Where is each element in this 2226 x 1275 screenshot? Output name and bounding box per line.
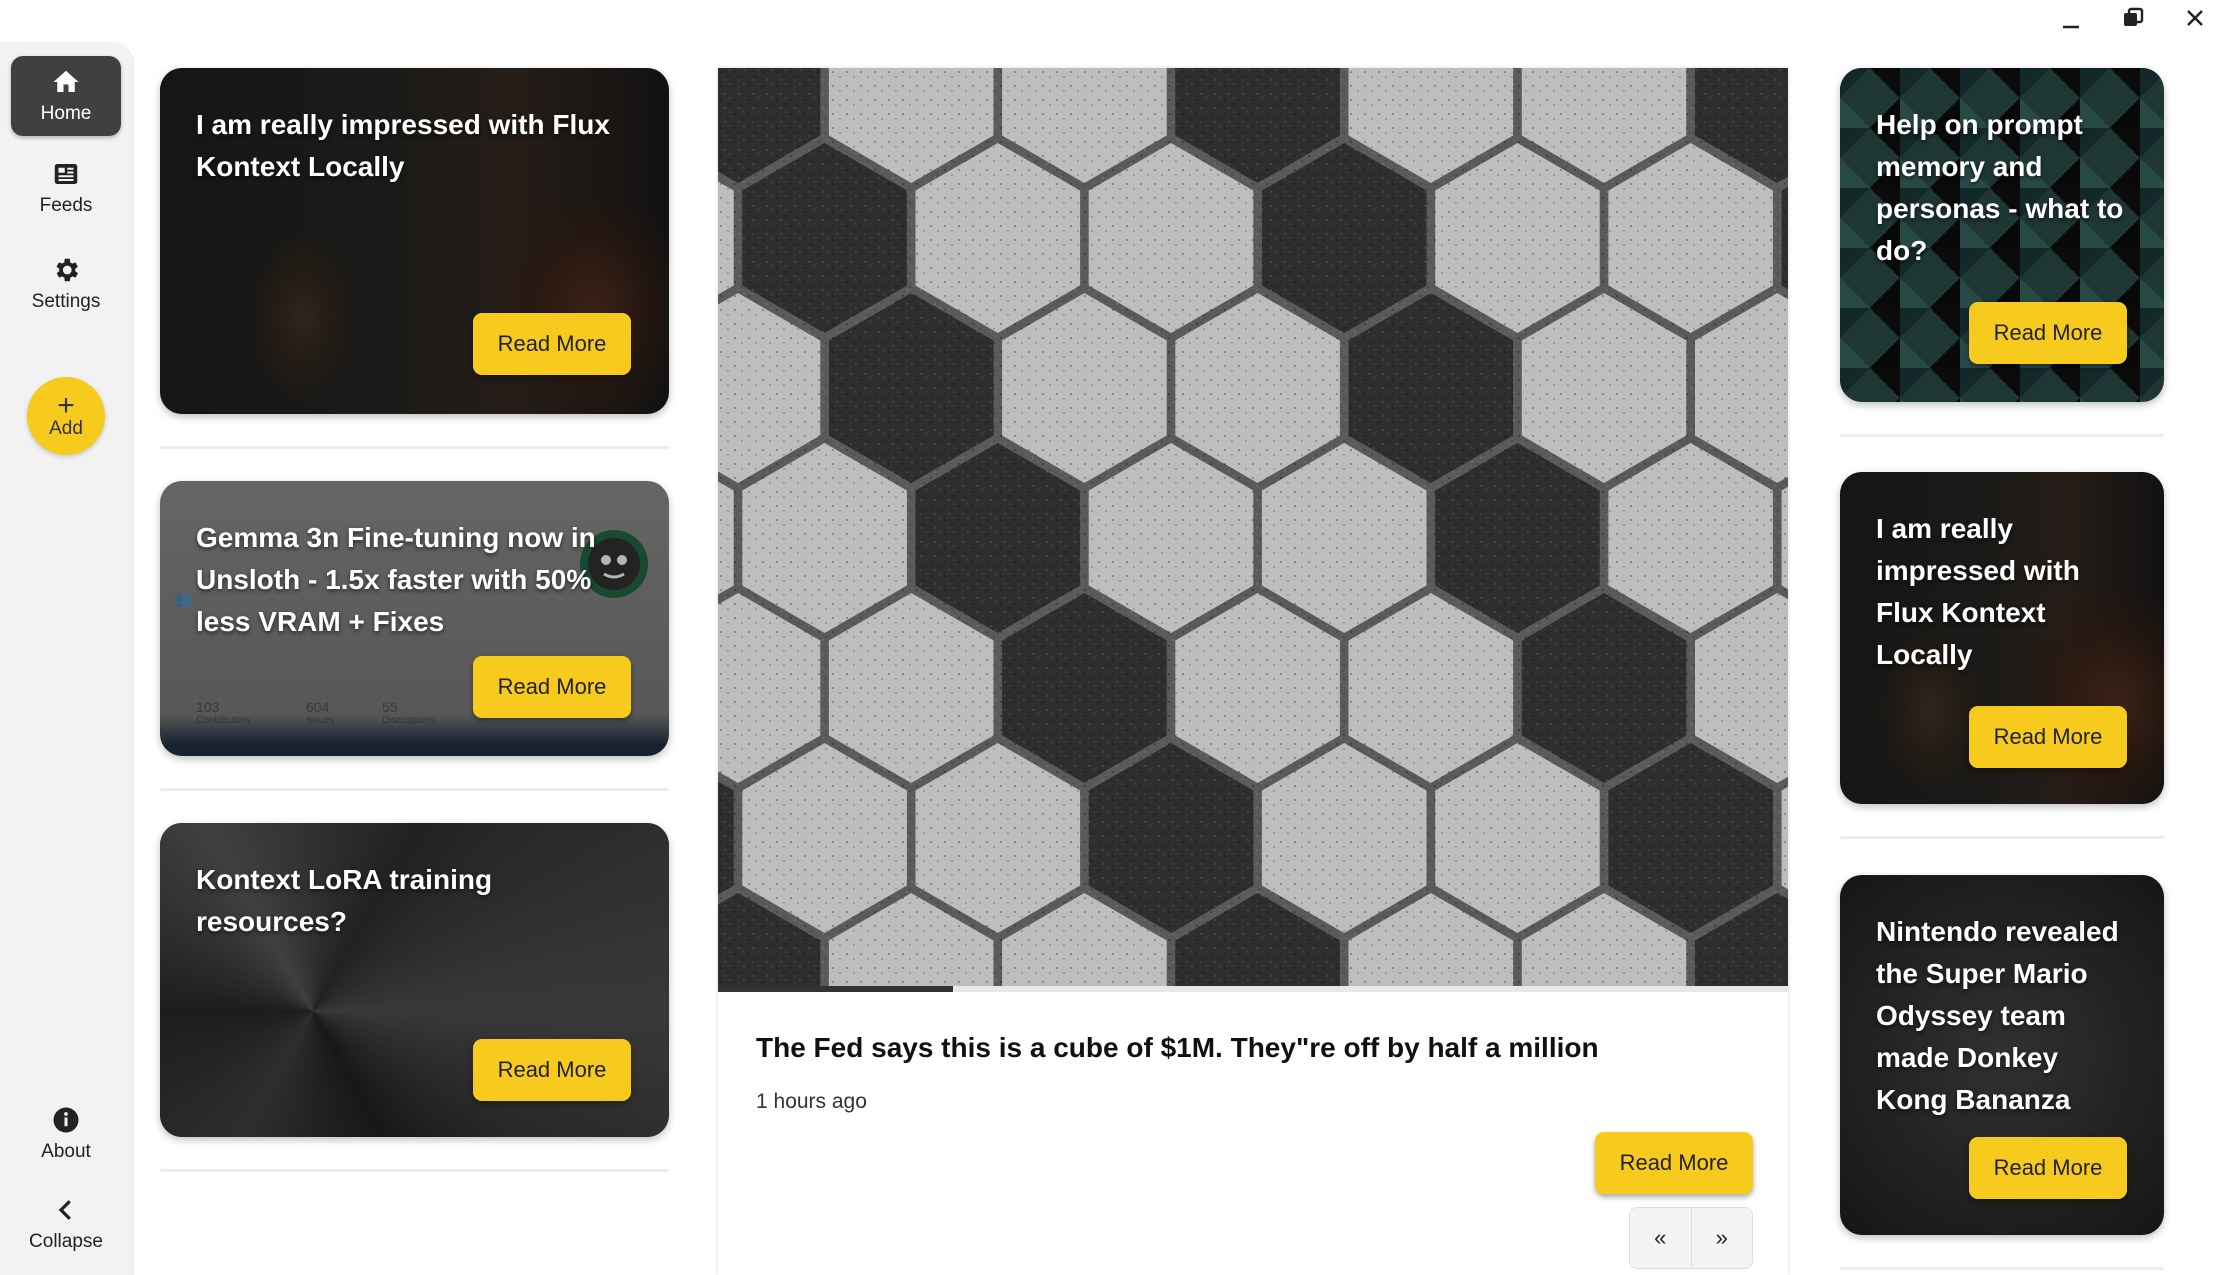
divider bbox=[1840, 836, 2164, 839]
hexagon-tiles-image bbox=[718, 68, 1788, 990]
sidebar-item-label: Settings bbox=[31, 291, 101, 312]
home-icon bbox=[53, 70, 79, 92]
sidebar-item-label: About bbox=[41, 1141, 91, 1162]
news-card[interactable]: I am really impressed with Flux Kontext … bbox=[1840, 472, 2164, 804]
featured-article: The Fed says this is a cube of $1M. They… bbox=[718, 68, 1788, 1275]
sidebar-item-label: Feeds bbox=[39, 195, 93, 216]
chevron-left-icon bbox=[58, 1200, 71, 1220]
card-title: I am really impressed with Flux Kontext … bbox=[196, 109, 610, 182]
divider bbox=[160, 1169, 669, 1172]
close-button[interactable] bbox=[2164, 0, 2226, 36]
read-more-button[interactable]: Read More bbox=[1969, 1137, 2127, 1199]
collapse-label: Collapse bbox=[29, 1231, 103, 1252]
divider bbox=[160, 788, 669, 791]
sidebar: Home Feeds Settings + Add About Collapse bbox=[0, 42, 134, 1275]
news-card[interactable]: 👥 103 Contributors 604 Issues 55 Discuss… bbox=[160, 481, 669, 756]
feeds-icon bbox=[54, 164, 78, 184]
divider bbox=[1840, 1267, 2164, 1270]
featured-timestamp: 1 hours ago bbox=[756, 1090, 867, 1113]
news-card[interactable]: Nintendo revealed the Super Mario Odysse… bbox=[1840, 875, 2164, 1235]
read-more-button[interactable]: Read More bbox=[473, 1039, 631, 1101]
carousel-pager: « » bbox=[1629, 1207, 1753, 1269]
sidebar-item-feeds[interactable]: Feeds bbox=[11, 148, 121, 228]
news-card[interactable]: I am really impressed with Flux Kontext … bbox=[160, 68, 669, 414]
card-title: Help on prompt memory and personas - wha… bbox=[1876, 109, 2124, 266]
news-card[interactable]: Help on prompt memory and personas - wha… bbox=[1840, 68, 2164, 402]
read-more-button[interactable]: Read More bbox=[473, 313, 631, 375]
plus-icon: + bbox=[57, 388, 75, 422]
card-title: Nintendo revealed the Super Mario Odysse… bbox=[1876, 916, 2119, 1115]
card-title: I am really impressed with Flux Kontext … bbox=[1876, 513, 2080, 670]
featured-image bbox=[718, 68, 1788, 990]
read-more-button[interactable]: Read More bbox=[1595, 1132, 1753, 1194]
add-label: Add bbox=[49, 417, 83, 439]
minimize-icon bbox=[2063, 25, 2079, 29]
window-controls bbox=[2040, 0, 2226, 36]
add-button[interactable]: + Add bbox=[27, 377, 105, 455]
read-more-button[interactable]: Read More bbox=[1969, 302, 2127, 364]
card-title: Gemma 3n Fine-tuning now in Unsloth - 1.… bbox=[196, 522, 596, 637]
previous-button[interactable]: « bbox=[1630, 1208, 1691, 1268]
divider bbox=[1840, 434, 2164, 437]
slide-progress-bar bbox=[718, 986, 1788, 992]
restore-button[interactable] bbox=[2102, 0, 2164, 36]
sidebar-item-settings[interactable]: Settings bbox=[11, 242, 121, 326]
gear-icon bbox=[56, 258, 78, 282]
minimize-button[interactable] bbox=[2040, 0, 2102, 36]
divider bbox=[160, 446, 669, 449]
card-title: Kontext LoRA training resources? bbox=[196, 864, 493, 937]
info-icon bbox=[53, 1107, 79, 1133]
featured-title: The Fed says this is a cube of $1M. They… bbox=[756, 1032, 1599, 1063]
sidebar-item-home[interactable]: Home bbox=[11, 56, 121, 136]
restore-icon bbox=[2124, 7, 2144, 26]
next-button[interactable]: » bbox=[1690, 1208, 1752, 1268]
read-more-button[interactable]: Read More bbox=[1969, 706, 2127, 768]
sidebar-item-about[interactable]: About bbox=[11, 1092, 121, 1176]
news-card[interactable]: Kontext LoRA training resources? Read Mo… bbox=[160, 823, 669, 1137]
close-icon bbox=[2187, 10, 2203, 26]
read-more-button[interactable]: Read More bbox=[473, 656, 631, 718]
collapse-button[interactable]: Collapse bbox=[11, 1184, 121, 1264]
sidebar-item-label: Home bbox=[40, 103, 92, 124]
